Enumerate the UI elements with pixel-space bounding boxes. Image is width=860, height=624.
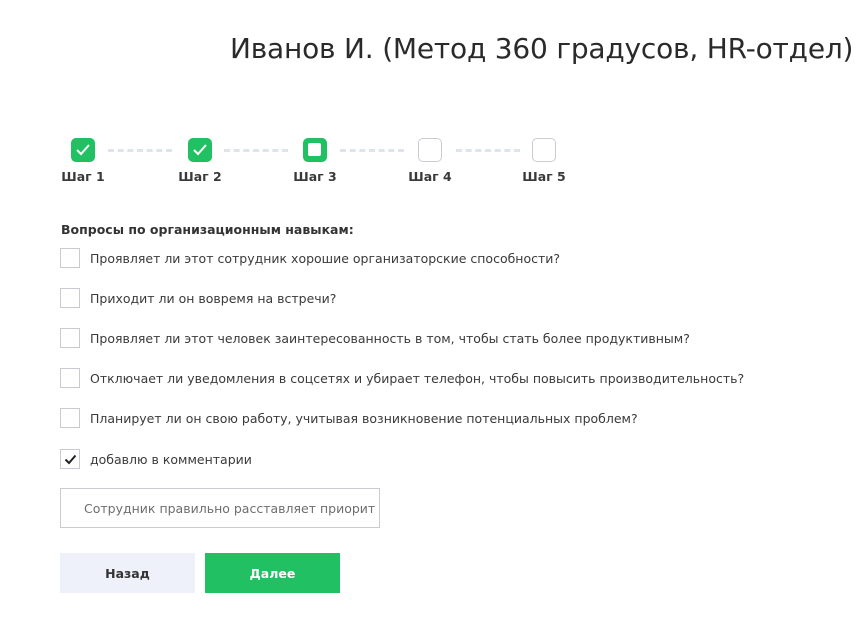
stepper: Шаг 1 Шаг 2 Шаг 3 Шаг 4 Шаг 5 [0,0,860,200]
step-label: Шаг 3 [293,169,337,184]
question-item[interactable]: Проявляет ли этот человек заинтересованн… [60,328,690,348]
question-checkbox[interactable] [60,408,80,428]
step-checkbox [188,138,212,162]
step-connector [224,149,288,152]
step-connector [108,149,172,152]
question-text: Планирует ли он свою работу, учитывая во… [90,410,638,426]
check-icon [76,144,90,156]
next-button[interactable]: Далее [205,553,340,593]
question-checkbox[interactable] [60,248,80,268]
step-checkbox [71,138,95,162]
comment-input[interactable] [60,488,380,528]
question-checkbox[interactable] [60,449,80,469]
step-label: Шаг 4 [408,169,452,184]
step-label: Шаг 5 [522,169,566,184]
question-text: Приходит ли он вовремя на встречи? [90,290,337,306]
step-connector [456,149,520,152]
question-item[interactable]: Планирует ли он свою работу, учитывая во… [60,408,638,428]
question-text: Отключает ли уведомления в соцсетях и уб… [90,370,745,386]
question-item[interactable]: добавлю в комментарии [60,449,252,469]
back-button[interactable]: Назад [60,553,195,593]
check-icon [64,454,77,465]
check-icon [193,144,207,156]
step-checkbox [418,138,442,162]
step-label: Шаг 2 [178,169,222,184]
question-item[interactable]: Приходит ли он вовремя на встречи? [60,288,336,308]
question-checkbox[interactable] [60,288,80,308]
section-title: Вопросы по организационным навыкам: [61,222,354,237]
step-checkbox [303,138,327,162]
question-checkbox[interactable] [60,328,80,348]
question-item[interactable]: Отключает ли уведомления в соцсетях и уб… [60,368,744,388]
question-text: Проявляет ли этот человек заинтересованн… [90,330,690,346]
question-item[interactable]: Проявляет ли этот сотрудник хорошие орга… [60,248,560,268]
question-text: Проявляет ли этот сотрудник хорошие орга… [90,250,561,266]
question-checkbox[interactable] [60,368,80,388]
step-connector [340,149,404,152]
step-label: Шаг 1 [61,169,105,184]
step-checkbox [532,138,556,162]
question-text: добавлю в комментарии [90,451,252,467]
